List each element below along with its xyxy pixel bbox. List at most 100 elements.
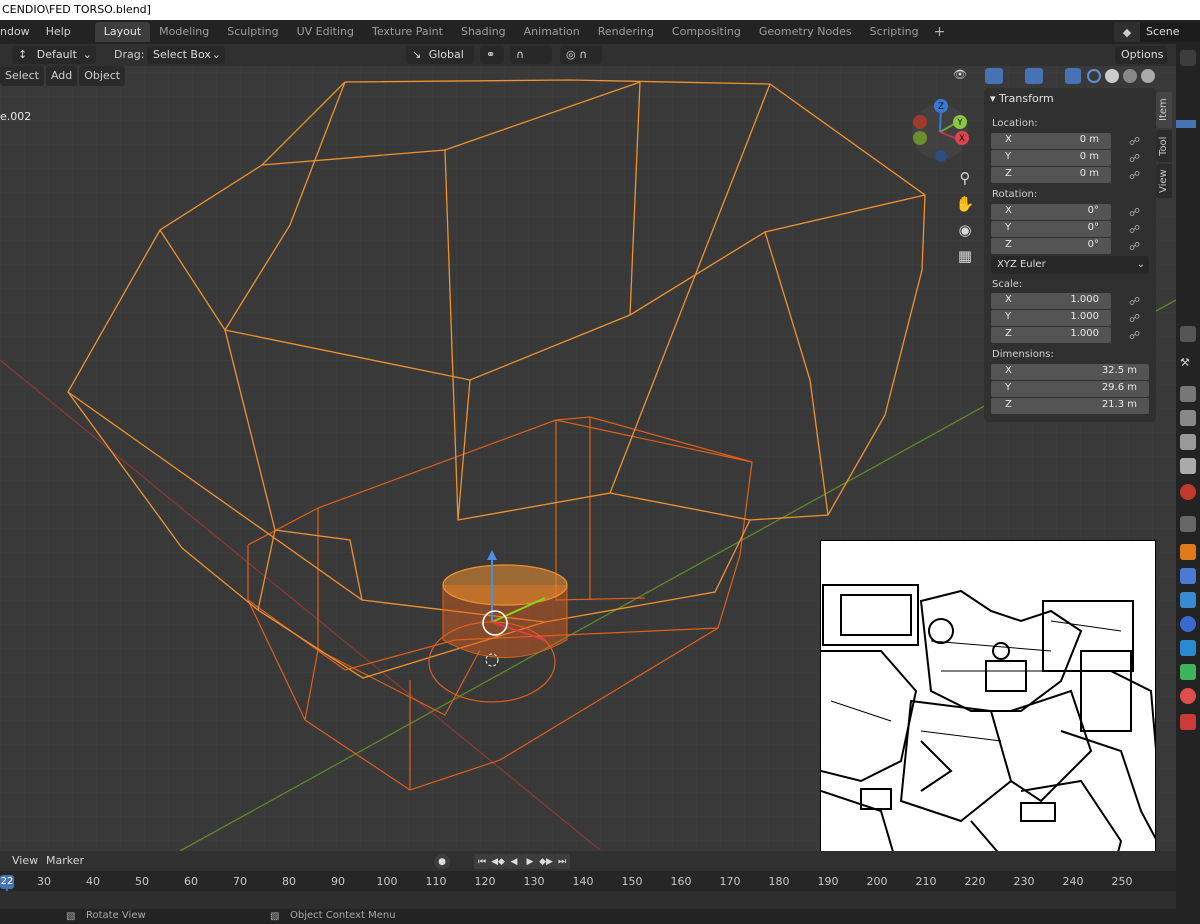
jump-end-icon[interactable]: ⏭: [554, 854, 570, 869]
timeline-header: View Marker ● ⏮ ◀◆ ◀ ▶ ◆▶ ⏭: [0, 851, 1176, 871]
current-frame-indicator[interactable]: 22: [0, 875, 14, 889]
location-z-field[interactable]: Z 0 m: [991, 167, 1111, 183]
object-icon[interactable]: [1180, 544, 1196, 560]
lock-icon[interactable]: ☍: [1129, 240, 1141, 253]
scale-x-field[interactable]: X 1.000: [991, 293, 1111, 309]
tab-compositing[interactable]: Compositing: [663, 22, 750, 42]
zoom-icon[interactable]: ⚲: [953, 166, 977, 190]
menu-help[interactable]: Help: [38, 20, 79, 44]
lock-icon[interactable]: ☍: [1129, 169, 1141, 182]
play-reverse-icon[interactable]: ◀: [506, 854, 522, 869]
proportional-edit-button[interactable]: ◎ ∩: [560, 46, 602, 64]
constraints-icon[interactable]: [1180, 640, 1196, 656]
gizmo-toggle-icon[interactable]: [985, 68, 1003, 84]
lock-icon[interactable]: ☍: [1129, 329, 1141, 342]
menu-add[interactable]: Add: [45, 66, 78, 86]
rotation-y-field[interactable]: Y 0°: [991, 221, 1111, 237]
material-icon[interactable]: [1180, 688, 1196, 704]
material-shading-icon[interactable]: [1123, 69, 1137, 83]
drag-select-dropdown[interactable]: Select Box ⌄: [147, 46, 225, 64]
scene-selector[interactable]: ◆ Scene: [1114, 22, 1200, 42]
rotation-mode-dropdown[interactable]: XYZ Euler ⌄: [991, 256, 1149, 274]
rotation-z-field[interactable]: Z 0°: [991, 238, 1111, 254]
scale-y-field[interactable]: Y 1.000: [991, 310, 1111, 326]
dimensions-x-field[interactable]: X 32.5 m: [991, 364, 1149, 380]
camera-icon[interactable]: ◉: [953, 218, 977, 242]
options-dropdown[interactable]: Options: [1115, 46, 1167, 64]
solid-shading-icon[interactable]: [1105, 69, 1119, 83]
orientation-dropdown[interactable]: ↘ Global: [406, 46, 474, 64]
wireframe-shading-icon[interactable]: [1087, 69, 1101, 83]
tab-view[interactable]: View: [1156, 164, 1172, 198]
texture-checker-icon[interactable]: [1180, 714, 1196, 730]
collection-icon[interactable]: [1180, 516, 1196, 532]
hand-pan-icon[interactable]: ✋: [953, 192, 977, 216]
eye-icon[interactable]: 👁: [953, 68, 967, 81]
overlay-toggle-icon[interactable]: [1025, 68, 1043, 84]
pivot-point-button[interactable]: ⚭: [480, 46, 504, 64]
tab-geometry-nodes[interactable]: Geometry Nodes: [750, 22, 861, 42]
transform-title: Transform: [999, 92, 1054, 105]
output-icon[interactable]: [1180, 410, 1196, 426]
outliner-icon[interactable]: [1180, 50, 1196, 66]
modifier-wrench-icon[interactable]: [1180, 568, 1196, 584]
tab-layout[interactable]: Layout: [94, 22, 151, 42]
timeline-menu-view[interactable]: View: [12, 854, 38, 867]
tab-animation[interactable]: Animation: [515, 22, 589, 42]
pivot-icon: ↕: [18, 48, 28, 61]
view-layer-icon[interactable]: [1180, 434, 1196, 450]
scale-z-field[interactable]: Z 1.000: [991, 327, 1111, 343]
lock-icon[interactable]: ☍: [1129, 206, 1141, 219]
xray-toggle-icon[interactable]: [1065, 68, 1081, 84]
transform-pivot-dropdown[interactable]: ↕ Default ⌄: [12, 46, 96, 64]
rotation-x-field[interactable]: X 0°: [991, 204, 1111, 220]
play-icon[interactable]: ▶: [522, 854, 538, 869]
navigation-gizmo[interactable]: Z Y X: [908, 96, 974, 166]
location-x-field[interactable]: X 0 m: [991, 133, 1111, 149]
scene-name[interactable]: Scene: [1140, 22, 1200, 42]
tool-icon[interactable]: ⚒: [1180, 356, 1196, 372]
data-triangle-icon[interactable]: [1180, 664, 1196, 680]
axis-label: Y: [1005, 222, 1012, 233]
timeline-ruler[interactable]: 22 30 40 50 60 70 80 90 100 110 120 130 …: [0, 871, 1176, 909]
next-keyframe-icon[interactable]: ◆▶: [538, 854, 554, 869]
jump-start-icon[interactable]: ⏮: [474, 854, 490, 869]
lock-icon[interactable]: ☍: [1129, 223, 1141, 236]
tab-shading[interactable]: Shading: [452, 22, 515, 42]
physics-icon[interactable]: [1180, 616, 1196, 632]
add-workspace-button[interactable]: +: [928, 24, 952, 40]
timeline-menu-marker[interactable]: Marker: [46, 854, 84, 867]
location-y-field[interactable]: Y 0 m: [991, 150, 1111, 166]
dimensions-z-field[interactable]: Z 21.3 m: [991, 398, 1149, 414]
particles-icon[interactable]: [1180, 592, 1196, 608]
menu-select[interactable]: Select: [0, 66, 44, 86]
tab-modeling[interactable]: Modeling: [150, 22, 218, 42]
rendered-shading-icon[interactable]: [1141, 69, 1155, 83]
tab-scripting[interactable]: Scripting: [861, 22, 928, 42]
outliner-selected-row[interactable]: [1176, 120, 1196, 128]
tab-rendering[interactable]: Rendering: [589, 22, 663, 42]
tab-uv-editing[interactable]: UV Editing: [288, 22, 363, 42]
tab-texture-paint[interactable]: Texture Paint: [363, 22, 452, 42]
record-icon[interactable]: ●: [434, 854, 450, 869]
snap-button[interactable]: ∩: [510, 46, 552, 64]
menu-object[interactable]: Object: [79, 66, 126, 86]
scene-icon[interactable]: [1180, 458, 1196, 474]
world-icon[interactable]: [1180, 484, 1196, 500]
render-icon[interactable]: [1180, 386, 1196, 402]
tab-tool[interactable]: Tool: [1156, 130, 1172, 162]
tab-sculpting[interactable]: Sculpting: [218, 22, 287, 42]
editor-type-icon[interactable]: [1180, 326, 1196, 342]
lock-icon[interactable]: ☍: [1129, 295, 1141, 308]
grid-view-icon[interactable]: ▦: [953, 244, 977, 268]
dimensions-y-field[interactable]: Y 29.6 m: [991, 381, 1149, 397]
prev-keyframe-icon[interactable]: ◀◆: [490, 854, 506, 869]
viewport-menu: Select Add Object: [0, 66, 127, 86]
tab-item[interactable]: Item: [1156, 92, 1172, 128]
menu-window[interactable]: ndow: [0, 20, 38, 44]
transform-header[interactable]: ▾ Transform: [990, 90, 1054, 108]
lock-icon[interactable]: ☍: [1129, 312, 1141, 325]
lock-icon[interactable]: ☍: [1129, 135, 1141, 148]
timeline-track[interactable]: [0, 891, 1176, 909]
lock-icon[interactable]: ☍: [1129, 152, 1141, 165]
